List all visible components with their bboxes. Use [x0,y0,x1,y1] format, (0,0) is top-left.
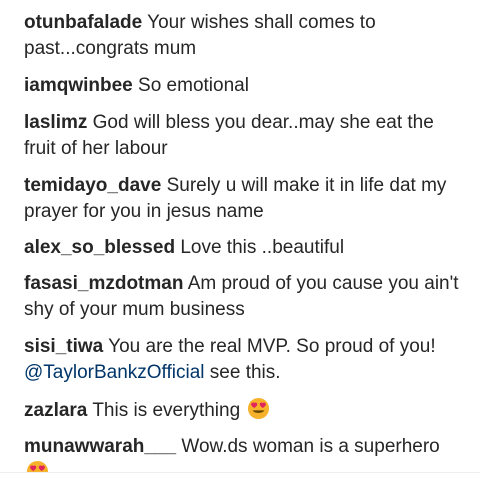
comment-text: This is everything [92,400,241,421]
heart-eyes-emoji-icon [26,460,49,472]
comment-item: otunbafalade Your wishes shall comes to … [24,10,464,61]
comment-item: munawwarah___ Wow.ds woman is a superher… [24,434,464,472]
comment-item: zazlara This is everything [24,397,464,424]
comment-username[interactable]: munawwarah___ [24,436,176,457]
comment-mention-link[interactable]: @TaylorBankzOfficial [24,362,205,383]
comments-list: otunbafalade Your wishes shall comes to … [0,0,480,472]
comment-username[interactable]: laslimz [24,112,87,133]
comment-username[interactable]: temidayo_dave [24,175,161,196]
comment-username[interactable]: alex_so_blessed [24,237,175,258]
comment-username[interactable]: otunbafalade [24,12,142,33]
comment-item: fasasi_mzdotman Am proud of you cause yo… [24,271,464,322]
comment-username[interactable]: fasasi_mzdotman [24,273,183,294]
comment-item: laslimz God will bless you dear..may she… [24,110,464,161]
comment-username[interactable]: sisi_tiwa [24,336,103,357]
comment-item: sisi_tiwa You are the real MVP. So proud… [24,334,464,385]
comment-item: temidayo_dave Surely u will make it in l… [24,173,464,224]
comment-item: alex_so_blessed Love this ..beautiful [24,235,464,261]
comment-text: You are the real MVP. So proud of you! [108,336,436,357]
comment-text-after: see this. [209,361,281,383]
comment-text: Love this ..beautiful [180,237,345,258]
heart-eyes-emoji-icon [248,397,270,420]
comment-username[interactable]: iamqwinbee [24,75,133,96]
comment-text: Wow.ds woman is a superhero [181,436,440,457]
comment-text: So emotional [138,75,249,96]
comment-item: iamqwinbee So emotional [24,73,464,99]
comment-username[interactable]: zazlara [24,400,87,421]
